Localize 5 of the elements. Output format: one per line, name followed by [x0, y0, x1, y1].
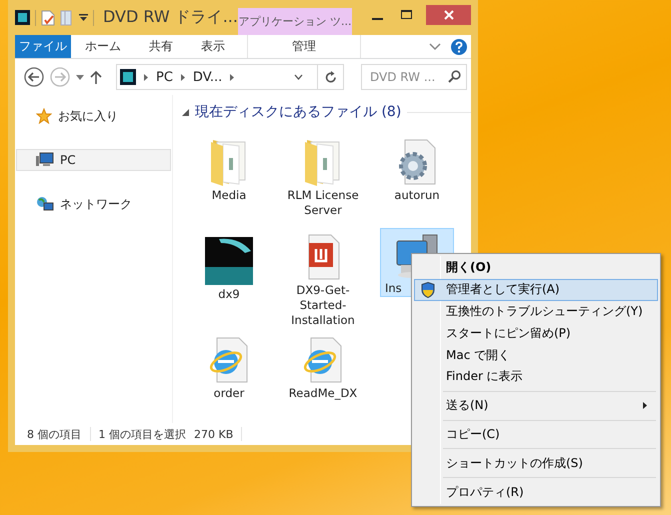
item-count: 8 個の項目: [27, 426, 82, 442]
contextual-tab-header: アプリケーション ツ...: [238, 8, 352, 35]
window-title: DVD RW ドライ...: [102, 7, 238, 28]
file-size: 270 KB: [194, 428, 234, 440]
selection-info: 1 個の項目を選択: [98, 426, 186, 442]
